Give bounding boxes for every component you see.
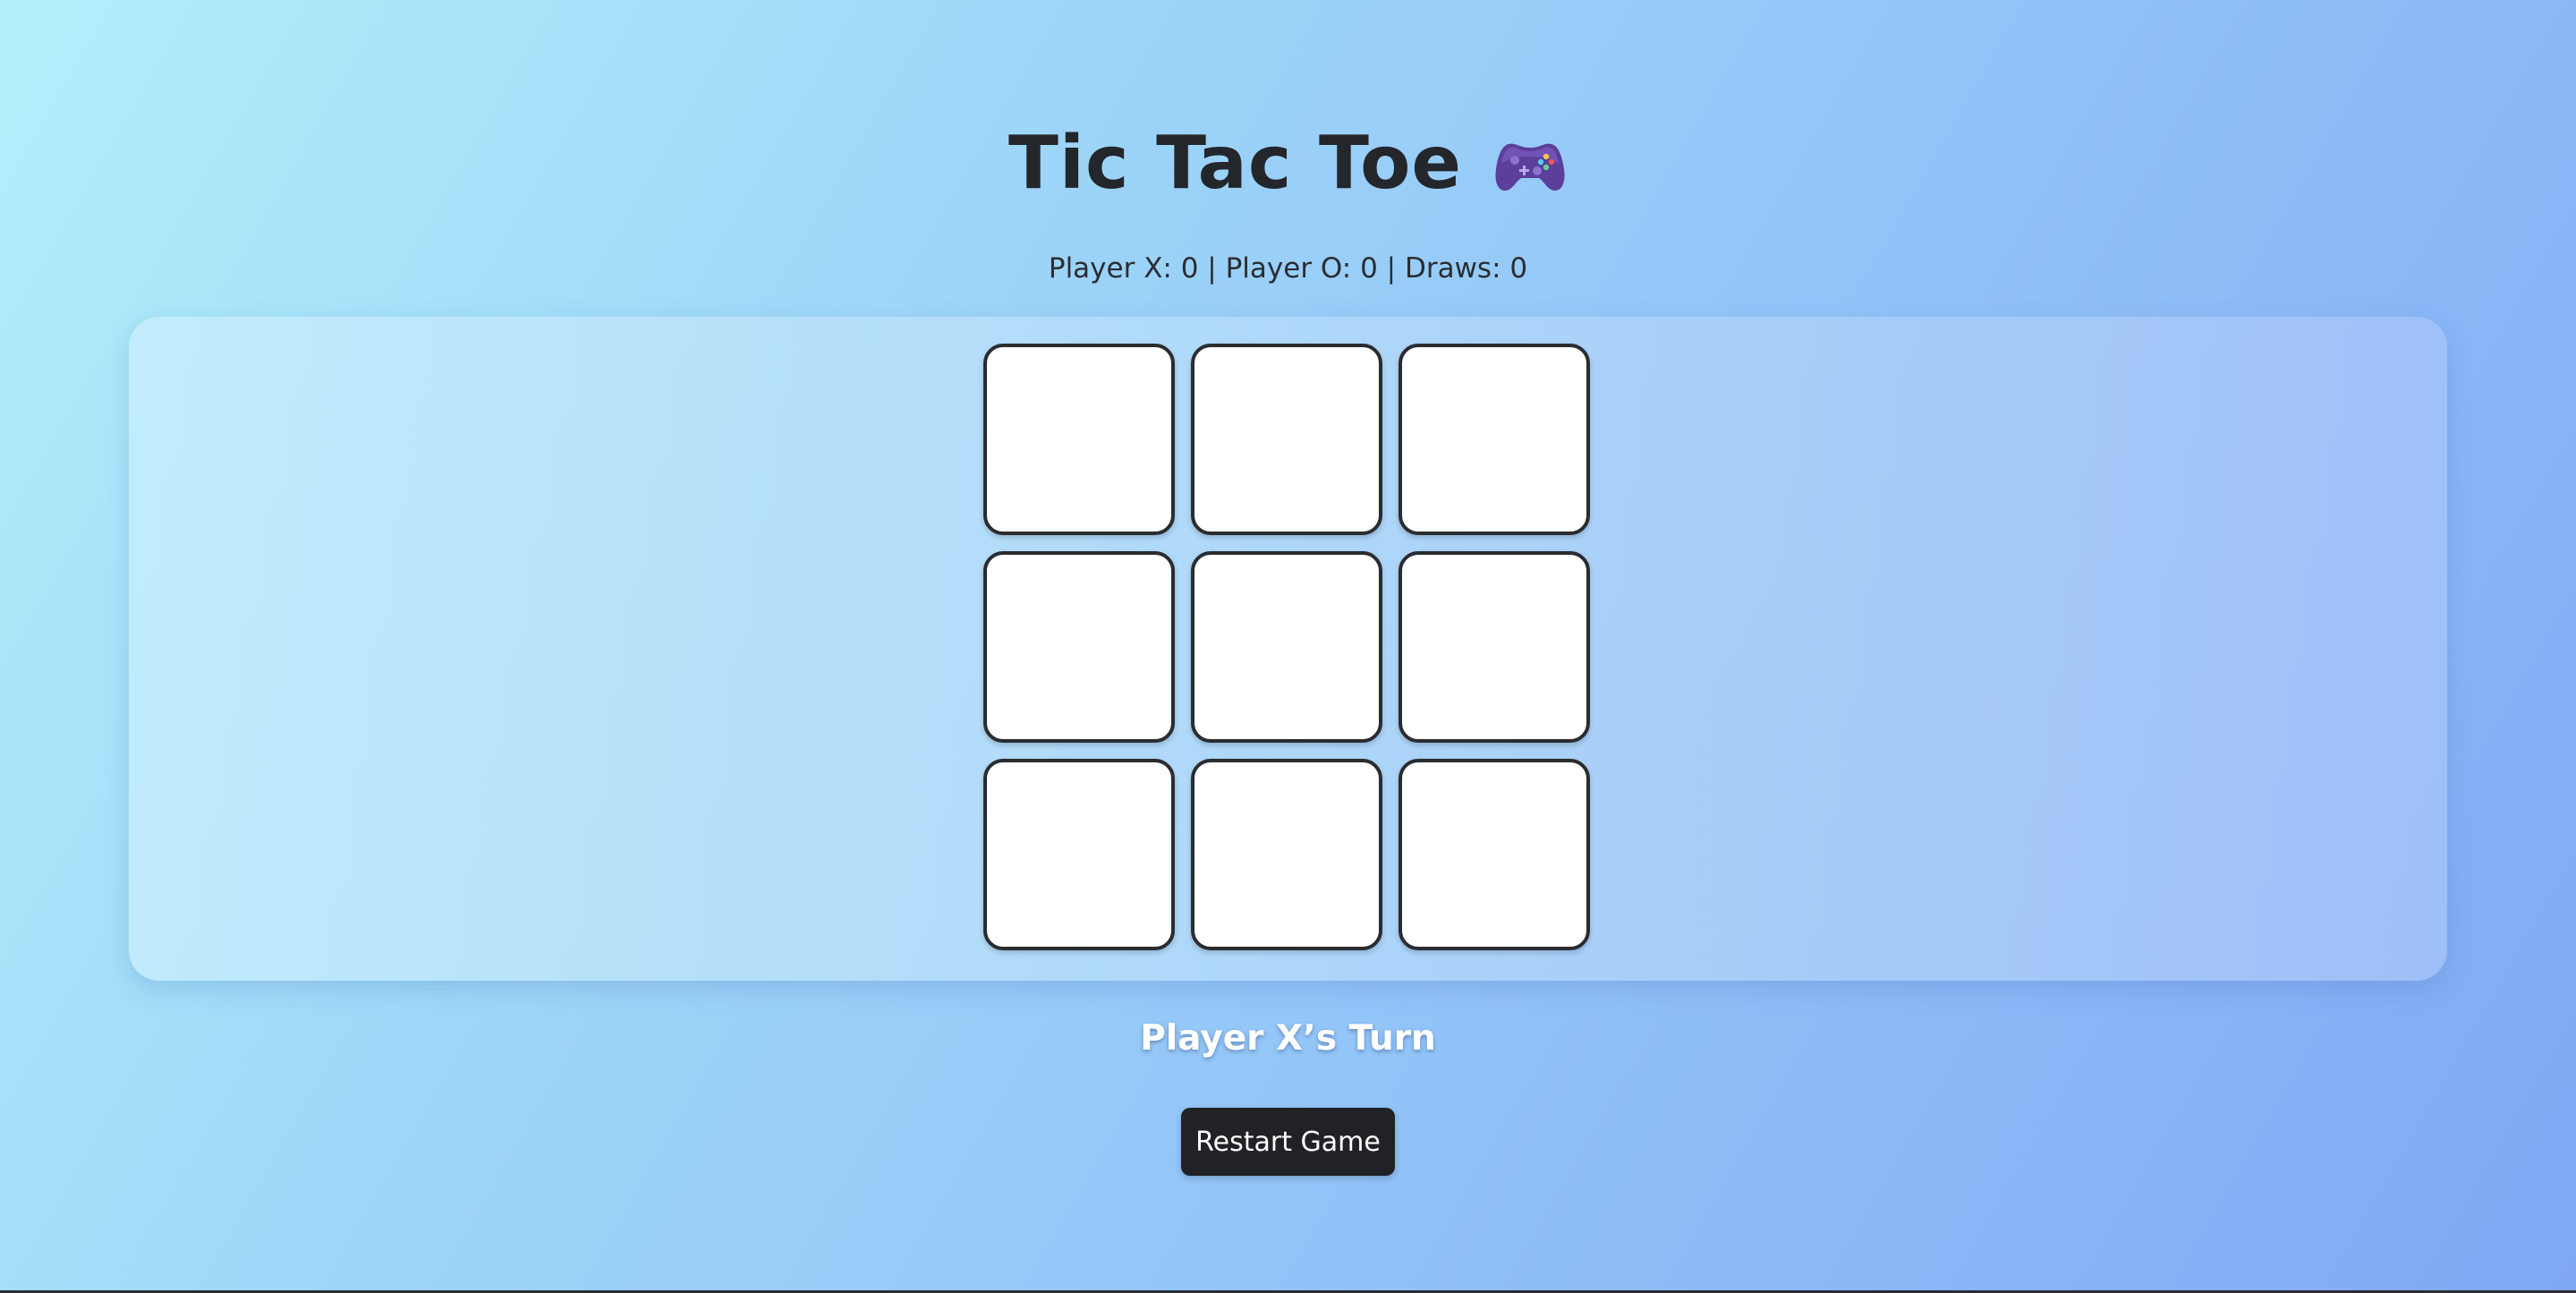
board-cell-6[interactable]: [1399, 551, 1590, 743]
board-cell-7[interactable]: [983, 759, 1175, 950]
board-cell-4[interactable]: [983, 551, 1175, 743]
board-cell-8[interactable]: [1191, 759, 1382, 950]
turn-status: Player X’s Turn: [1140, 1018, 1436, 1059]
board-cell-3[interactable]: [1399, 344, 1590, 535]
restart-game-button[interactable]: Restart Game: [1181, 1108, 1395, 1176]
board-cell-9[interactable]: [1399, 759, 1590, 950]
gamepad-icon: [1495, 143, 1565, 191]
score-summary: Player X: 0 | Player O: 0 | Draws: 0: [1048, 252, 1528, 285]
board-cell-5[interactable]: [1191, 551, 1382, 743]
board-cell-2[interactable]: [1191, 344, 1382, 535]
game-board: [983, 344, 1594, 954]
board-cell-1[interactable]: [983, 344, 1175, 535]
title-text: Tic Tac Toe: [1007, 121, 1463, 206]
game-title: Tic Tac Toe: [0, 115, 2576, 213]
